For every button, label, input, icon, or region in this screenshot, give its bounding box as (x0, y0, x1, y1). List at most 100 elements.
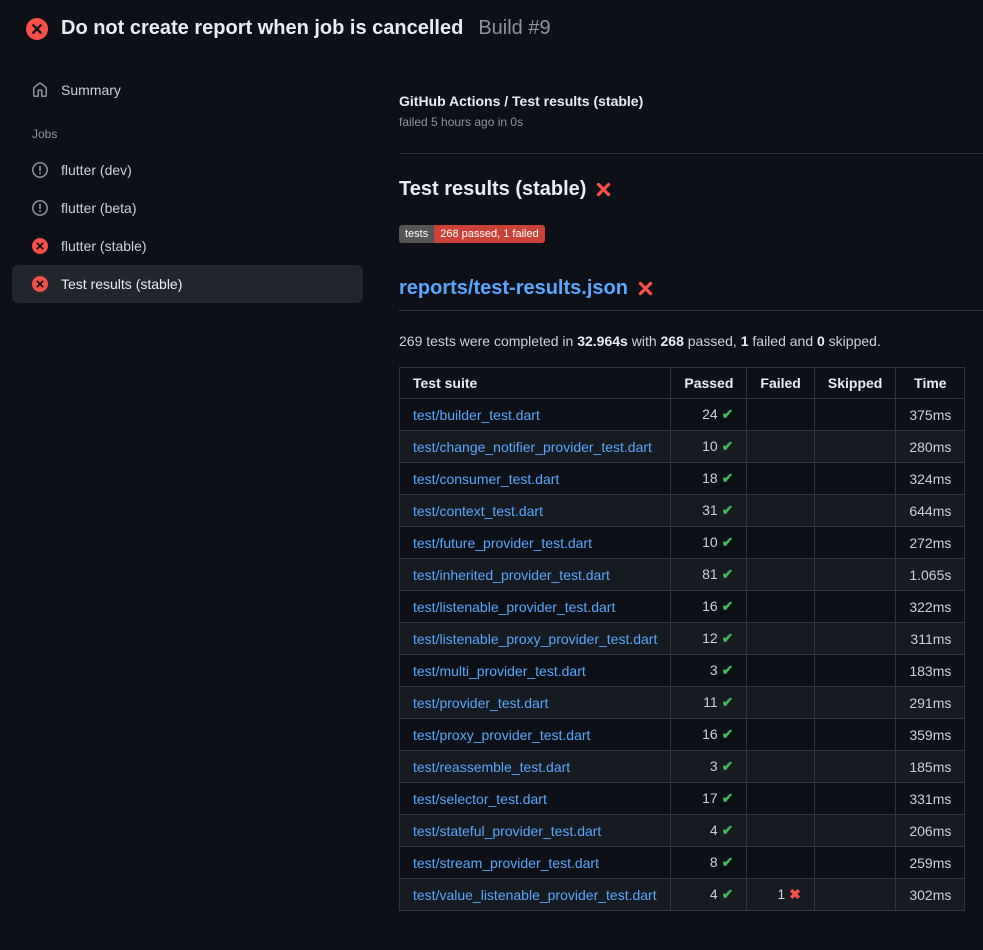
test-suite-cell: test/selector_test.dart (400, 783, 671, 815)
sidebar-item-flutter-stable[interactable]: flutter (stable) (12, 227, 363, 265)
test-suite-link[interactable]: test/stream_provider_test.dart (413, 855, 599, 871)
failed-cell (747, 495, 814, 527)
test-suite-link[interactable]: test/context_test.dart (413, 503, 543, 519)
results-table-head-row: Test suitePassedFailedSkippedTime (400, 368, 965, 399)
neutral-circle-icon (32, 162, 48, 178)
test-suite-link[interactable]: test/proxy_provider_test.dart (413, 727, 590, 743)
passed-cell-count: 12 (702, 630, 718, 646)
sidebar-jobs-list: flutter (dev)flutter (beta) flutter (stab… (12, 151, 363, 303)
check-icon: ✔ (722, 630, 734, 646)
column-header-test-suite: Test suite (400, 368, 671, 399)
skipped-cell (814, 719, 895, 751)
skipped-cell (814, 399, 895, 431)
test-suite-link[interactable]: test/multi_provider_test.dart (413, 663, 586, 679)
test-suite-link[interactable]: test/selector_test.dart (413, 791, 547, 807)
skipped-cell (814, 847, 895, 879)
test-suite-cell: test/listenable_provider_test.dart (400, 591, 671, 623)
column-header-skipped: Skipped (814, 368, 895, 399)
table-row: test/provider_test.dart11✔291ms (400, 687, 965, 719)
sidebar-item-summary[interactable]: Summary (12, 71, 363, 109)
x-circle-icon (32, 238, 48, 254)
test-suite-link[interactable]: test/consumer_test.dart (413, 471, 559, 487)
summary-prefix: 269 tests were completed in (399, 333, 577, 349)
passed-cell-count: 11 (703, 694, 718, 710)
failed-cell (747, 783, 814, 815)
passed-cell: 4✔ (671, 879, 747, 911)
check-icon: ✔ (722, 534, 734, 550)
time-cell: 324ms (896, 463, 965, 495)
passed-cell-count: 18 (702, 470, 718, 486)
failed-cell (747, 559, 814, 591)
test-suite-cell: test/listenable_proxy_provider_test.dart (400, 623, 671, 655)
sidebar-item-flutter-dev[interactable]: flutter (dev) (12, 151, 363, 189)
neutral-circle-icon (32, 200, 48, 216)
passed-cell: 17✔ (671, 783, 747, 815)
table-row: test/selector_test.dart17✔331ms (400, 783, 965, 815)
failed-cell (747, 591, 814, 623)
test-suite-link[interactable]: test/listenable_proxy_provider_test.dart (413, 631, 657, 647)
passed-cell-count: 24 (702, 406, 718, 422)
passed-cell: 3✔ (671, 655, 747, 687)
skipped-cell (814, 591, 895, 623)
sidebar-item-label: flutter (stable) (61, 238, 147, 254)
sidebar-item-label: Summary (61, 82, 121, 98)
report-file-link[interactable]: reports/test-results.json (399, 277, 628, 300)
passed-cell-count: 17 (702, 790, 718, 806)
results-table-body: test/builder_test.dart24✔375mstest/chang… (400, 399, 965, 911)
passed-cell-count: 16 (702, 726, 718, 742)
failed-cell (747, 719, 814, 751)
check-icon: ✔ (722, 694, 734, 710)
sidebar-item-test-results-stable[interactable]: Test results (stable) (12, 265, 363, 303)
table-row: test/inherited_provider_test.dart81✔1.06… (400, 559, 965, 591)
failed-cell (747, 815, 814, 847)
time-cell: 1.065s (896, 559, 965, 591)
check-icon: ✔ (722, 790, 734, 806)
table-row: test/value_listenable_provider_test.dart… (400, 879, 965, 911)
skipped-cell (814, 623, 895, 655)
test-suite-cell: test/consumer_test.dart (400, 463, 671, 495)
main-content: GitHub Actions / Test results (stable) f… (375, 53, 983, 911)
summary-mid1: with (628, 333, 661, 349)
check-icon: ✔ (722, 598, 734, 614)
passed-cell-count: 4 (710, 886, 718, 902)
check-icon: ✔ (722, 726, 734, 742)
check-icon: ✔ (722, 758, 734, 774)
time-cell: 375ms (896, 399, 965, 431)
summary-suffix: skipped. (825, 333, 881, 349)
failed-cell (747, 431, 814, 463)
passed-cell-count: 4 (710, 822, 718, 838)
test-suite-link[interactable]: test/inherited_provider_test.dart (413, 567, 610, 583)
test-suite-link[interactable]: test/value_listenable_provider_test.dart (413, 887, 657, 903)
failed-cell (747, 527, 814, 559)
passed-cell-count: 31 (702, 502, 718, 518)
test-suite-link[interactable]: test/reassemble_test.dart (413, 759, 570, 775)
sidebar-item-flutter-beta[interactable]: flutter (beta) (12, 189, 363, 227)
test-suite-link[interactable]: test/builder_test.dart (413, 407, 540, 423)
test-suite-link[interactable]: test/future_provider_test.dart (413, 535, 592, 551)
breadcrumb: GitHub Actions / Test results (stable) (399, 93, 983, 109)
cross-mark-icon (637, 280, 654, 297)
test-suite-link[interactable]: test/listenable_provider_test.dart (413, 599, 615, 615)
test-suite-link[interactable]: test/provider_test.dart (413, 695, 548, 711)
check-icon: ✔ (722, 438, 734, 454)
table-row: test/listenable_provider_test.dart16✔322… (400, 591, 965, 623)
passed-cell: 3✔ (671, 751, 747, 783)
test-suite-link[interactable]: test/stateful_provider_test.dart (413, 823, 601, 839)
report-heading: reports/test-results.json (399, 277, 983, 311)
test-suite-cell: test/inherited_provider_test.dart (400, 559, 671, 591)
test-suite-cell: test/multi_provider_test.dart (400, 655, 671, 687)
table-row: test/proxy_provider_test.dart 16✔ 359ms (400, 719, 965, 751)
page-layout: Summary Jobs flutter (dev)flutter (beta)… (0, 53, 983, 911)
time-cell: 359ms (896, 719, 965, 751)
test-suite-link[interactable]: test/change_notifier_provider_test.dart (413, 439, 652, 455)
run-title: Do not create report when job is cancell… (61, 17, 463, 40)
check-icon: ✔ (722, 566, 734, 582)
passed-cell: 11✔ (671, 687, 747, 719)
x-circle-icon (32, 276, 48, 292)
passed-cell: 16✔ (671, 719, 747, 751)
jobs-section-label: Jobs (12, 109, 363, 151)
passed-cell-count: 3 (710, 758, 718, 774)
results-table: Test suitePassedFailedSkippedTime test/b… (399, 367, 965, 911)
skipped-cell (814, 879, 895, 911)
skipped-cell (814, 463, 895, 495)
